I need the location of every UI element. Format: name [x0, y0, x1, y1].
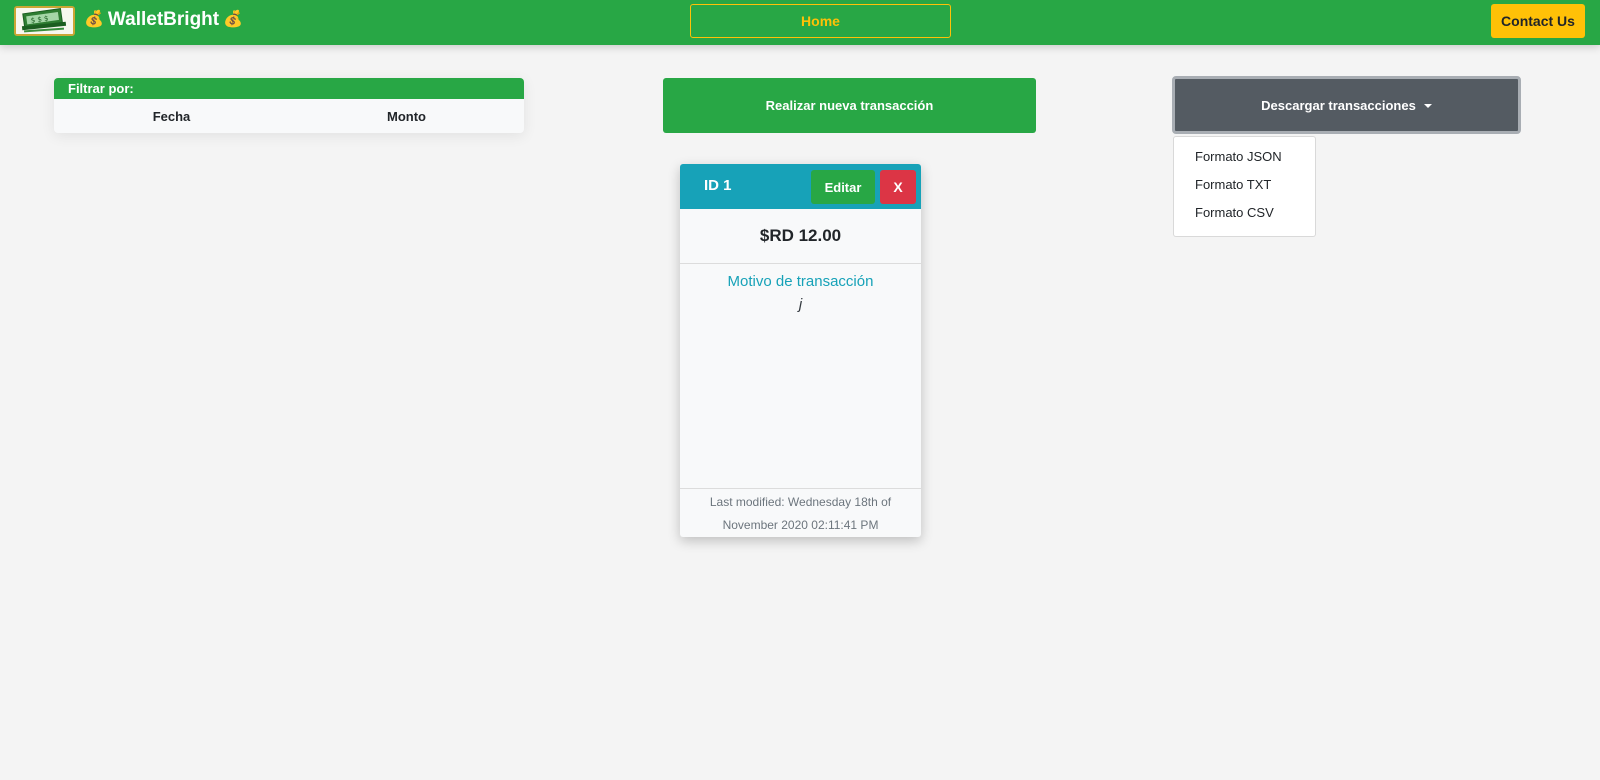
transaction-id: ID 1 — [704, 177, 732, 194]
menu-item-txt[interactable]: Formato TXT — [1174, 174, 1315, 202]
transaction-card-header: ID 1 Editar X — [680, 164, 921, 209]
transaction-reason-label: Motivo de transacción — [727, 273, 874, 290]
brand-link[interactable]: 💰 WalletBright 💰 — [84, 8, 243, 32]
transaction-card: ID 1 Editar X $RD 12.00 Motivo de transa… — [680, 164, 921, 537]
filter-title: Filtrar por: — [54, 78, 524, 99]
filter-options: Fecha Monto — [54, 99, 524, 133]
menu-item-json[interactable]: Formato JSON — [1174, 146, 1315, 174]
edit-button[interactable]: Editar — [811, 170, 875, 204]
delete-button[interactable]: X — [880, 170, 916, 204]
download-format-menu: Formato JSON Formato TXT Formato CSV — [1173, 136, 1316, 237]
contact-us-button[interactable]: Contact Us — [1491, 4, 1585, 38]
logo-money-icon[interactable]: $ $ $ — [14, 6, 75, 36]
money-bag-icon: 💰 — [84, 11, 104, 28]
brand-name: WalletBright — [107, 9, 220, 30]
transaction-amount: $RD 12.00 — [680, 209, 921, 264]
download-transactions-button[interactable]: Descargar transacciones — [1172, 76, 1521, 134]
filter-option-monto[interactable]: Monto — [289, 99, 524, 133]
filter-card: Filtrar por: Fecha Monto — [54, 78, 524, 133]
menu-item-csv[interactable]: Formato CSV — [1174, 202, 1315, 230]
filter-option-fecha[interactable]: Fecha — [54, 99, 289, 133]
navbar: $ $ $ 💰 WalletBright 💰 Home Contact Us — [0, 0, 1600, 45]
money-bag-icon: 💰 — [223, 11, 244, 28]
caret-down-icon — [1423, 103, 1432, 108]
download-transactions-label: Descargar transacciones — [1261, 97, 1416, 113]
home-button[interactable]: Home — [690, 4, 951, 38]
transaction-last-modified: Last modified: Wednesday 18th of Novembe… — [680, 488, 921, 537]
new-transaction-button[interactable]: Realizar nueva transacción — [663, 78, 1036, 133]
transaction-reason-value: j — [798, 296, 803, 313]
